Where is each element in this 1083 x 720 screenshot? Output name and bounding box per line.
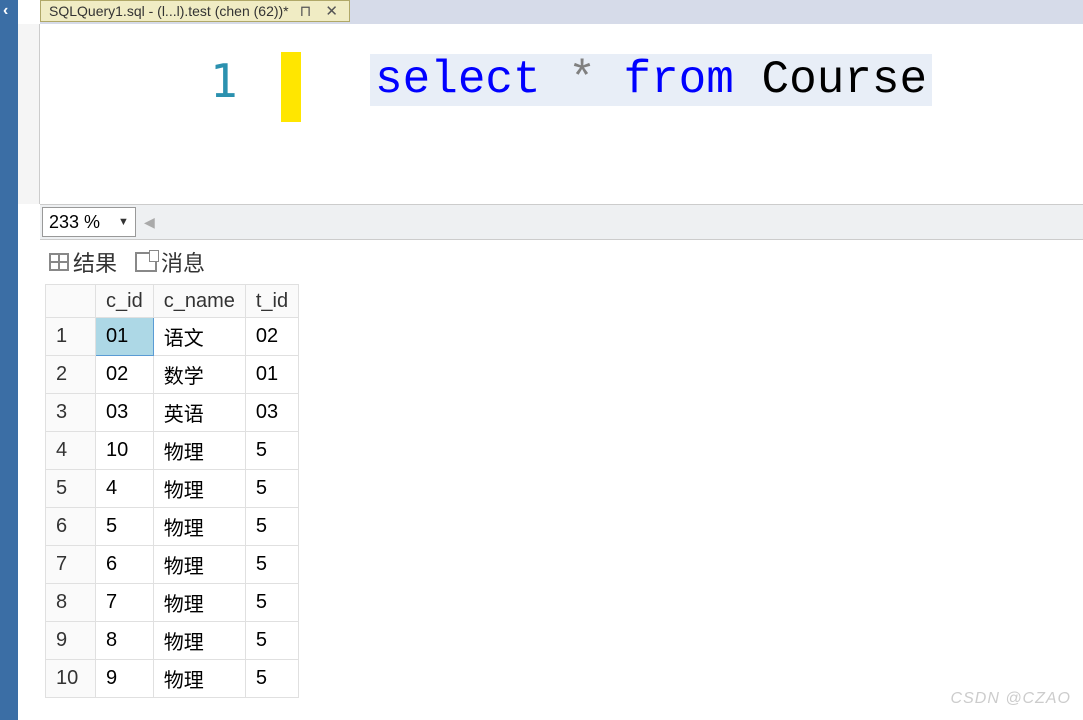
cell[interactable]: 物理 bbox=[153, 546, 245, 584]
cell[interactable]: 物理 bbox=[153, 432, 245, 470]
side-panel-gutter: ‹ bbox=[0, 0, 18, 720]
result-tab-bar: 结果 消息 bbox=[45, 244, 209, 280]
results-table[interactable]: c_id c_name t_id 101语文02202数学01303英语0341… bbox=[45, 284, 299, 698]
chevron-down-icon: ▼ bbox=[118, 216, 129, 228]
sql-operator-star: * bbox=[568, 54, 596, 106]
header-row: c_id c_name t_id bbox=[46, 285, 299, 318]
cell[interactable]: 6 bbox=[96, 546, 154, 584]
cell[interactable]: 5 bbox=[245, 508, 298, 546]
table-row[interactable]: 202数学01 bbox=[46, 356, 299, 394]
tab-results[interactable]: 结果 bbox=[45, 244, 121, 280]
cell[interactable]: 5 bbox=[245, 660, 298, 698]
table-row[interactable]: 98物理5 bbox=[46, 622, 299, 660]
corner-cell bbox=[46, 285, 96, 318]
table-row[interactable]: 65物理5 bbox=[46, 508, 299, 546]
table-row[interactable]: 303英语03 bbox=[46, 394, 299, 432]
zoom-value: 233 % bbox=[49, 212, 100, 233]
results-label: 结果 bbox=[73, 246, 117, 278]
zoom-toolbar: 233 % ▼ ◀ bbox=[40, 204, 1083, 240]
sql-editor[interactable]: 1 select * from Course bbox=[40, 24, 1083, 204]
row-number[interactable]: 2 bbox=[46, 356, 96, 394]
chevron-left-icon[interactable]: ‹ bbox=[3, 2, 8, 20]
text-cursor bbox=[281, 52, 301, 122]
grid-icon bbox=[49, 253, 69, 271]
cell[interactable]: 5 bbox=[96, 508, 154, 546]
cell[interactable]: 物理 bbox=[153, 508, 245, 546]
cell[interactable]: 4 bbox=[96, 470, 154, 508]
table-row[interactable]: 410物理5 bbox=[46, 432, 299, 470]
cell[interactable]: 5 bbox=[245, 584, 298, 622]
cell[interactable]: 10 bbox=[96, 432, 154, 470]
cell[interactable]: 语文 bbox=[153, 318, 245, 356]
row-number[interactable]: 4 bbox=[46, 432, 96, 470]
row-number[interactable]: 1 bbox=[46, 318, 96, 356]
close-icon[interactable]: ✕ bbox=[322, 2, 341, 20]
cell[interactable]: 8 bbox=[96, 622, 154, 660]
document-tab[interactable]: SQLQuery1.sql - (l...l).test (chen (62))… bbox=[40, 0, 350, 22]
cell[interactable]: 01 bbox=[96, 318, 154, 356]
cell[interactable]: 物理 bbox=[153, 584, 245, 622]
cell[interactable]: 01 bbox=[245, 356, 298, 394]
cell[interactable]: 物理 bbox=[153, 470, 245, 508]
tab-title: SQLQuery1.sql - (l...l).test (chen (62))… bbox=[49, 3, 289, 19]
cell[interactable]: 02 bbox=[96, 356, 154, 394]
pin-icon[interactable]: ⊓ bbox=[297, 2, 315, 20]
table-row[interactable]: 54物理5 bbox=[46, 470, 299, 508]
row-number[interactable]: 7 bbox=[46, 546, 96, 584]
cell[interactable]: 5 bbox=[245, 432, 298, 470]
row-number[interactable]: 9 bbox=[46, 622, 96, 660]
messages-label: 消息 bbox=[161, 246, 205, 278]
cell[interactable]: 5 bbox=[245, 546, 298, 584]
cell[interactable]: 9 bbox=[96, 660, 154, 698]
table-row[interactable]: 76物理5 bbox=[46, 546, 299, 584]
sql-keyword-select: select bbox=[375, 54, 541, 106]
row-number[interactable]: 5 bbox=[46, 470, 96, 508]
cell[interactable]: 03 bbox=[96, 394, 154, 432]
cell[interactable]: 5 bbox=[245, 470, 298, 508]
cell[interactable]: 02 bbox=[245, 318, 298, 356]
messages-icon bbox=[135, 252, 157, 272]
tab-messages[interactable]: 消息 bbox=[131, 244, 209, 280]
cell[interactable]: 物理 bbox=[153, 622, 245, 660]
table-row[interactable]: 87物理5 bbox=[46, 584, 299, 622]
sql-statement[interactable]: select * from Course bbox=[370, 54, 932, 106]
cell[interactable]: 5 bbox=[245, 622, 298, 660]
row-number[interactable]: 6 bbox=[46, 508, 96, 546]
sql-table-name: Course bbox=[762, 54, 928, 106]
row-number[interactable]: 8 bbox=[46, 584, 96, 622]
row-number[interactable]: 10 bbox=[46, 660, 96, 698]
cell[interactable]: 数学 bbox=[153, 356, 245, 394]
document-tab-bar: SQLQuery1.sql - (l...l).test (chen (62))… bbox=[40, 0, 1083, 24]
row-number[interactable]: 3 bbox=[46, 394, 96, 432]
cell[interactable]: 英语 bbox=[153, 394, 245, 432]
table-row[interactable]: 101语文02 bbox=[46, 318, 299, 356]
scroll-left-icon[interactable]: ◀ bbox=[144, 214, 155, 231]
col-header[interactable]: t_id bbox=[245, 285, 298, 318]
line-number: 1 bbox=[210, 54, 238, 108]
editor-margin bbox=[18, 24, 40, 204]
zoom-level-dropdown[interactable]: 233 % ▼ bbox=[42, 207, 136, 237]
col-header[interactable]: c_name bbox=[153, 285, 245, 318]
table-row[interactable]: 109物理5 bbox=[46, 660, 299, 698]
cell[interactable]: 03 bbox=[245, 394, 298, 432]
watermark: CSDN @CZAO bbox=[951, 690, 1071, 708]
cell[interactable]: 物理 bbox=[153, 660, 245, 698]
cell[interactable]: 7 bbox=[96, 584, 154, 622]
col-header[interactable]: c_id bbox=[96, 285, 154, 318]
sql-keyword-from: from bbox=[623, 54, 733, 106]
